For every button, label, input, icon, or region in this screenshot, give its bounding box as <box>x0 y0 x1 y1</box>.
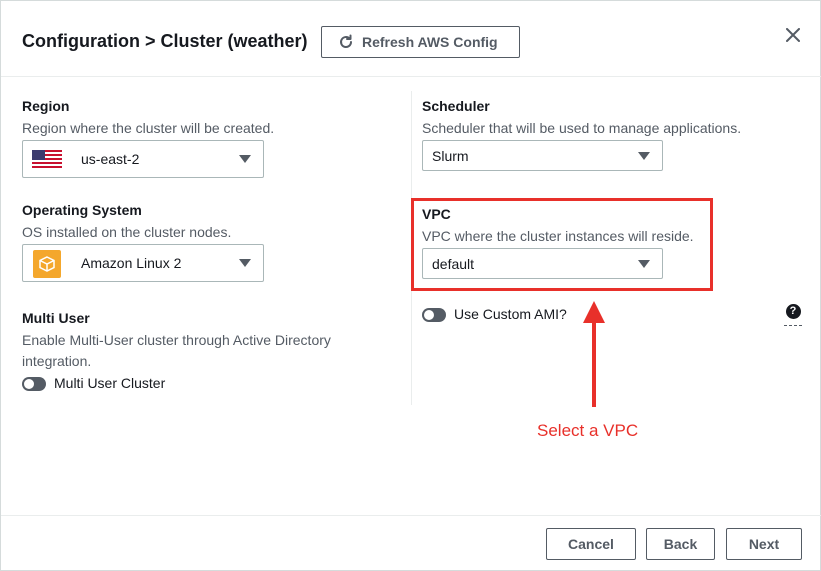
question-icon: ? <box>785 304 801 319</box>
refresh-button-label: Refresh AWS Config <box>362 34 498 50</box>
scheduler-select[interactable]: Slurm <box>422 140 663 171</box>
os-value: Amazon Linux 2 <box>81 255 182 271</box>
region-value: us-east-2 <box>81 151 140 167</box>
region-select[interactable]: us-east-2 <box>22 140 264 178</box>
toggle-knob <box>24 379 34 389</box>
modal-header: Configuration > Cluster (weather) Refres… <box>1 1 821 77</box>
os-description: OS installed on the cluster nodes. <box>22 224 232 240</box>
multi-user-description: Enable Multi-User cluster through Active… <box>22 332 331 369</box>
multi-user-label: Multi User <box>22 310 90 326</box>
help-button[interactable]: ? <box>784 304 802 326</box>
modal-footer: Cancel Back Next <box>1 515 821 571</box>
next-button[interactable]: Next <box>726 528 802 560</box>
scheduler-label: Scheduler <box>422 98 490 114</box>
chevron-down-icon <box>638 151 650 160</box>
os-label: Operating System <box>22 202 142 218</box>
aws-box-icon <box>33 250 61 278</box>
close-icon <box>786 28 800 42</box>
page-title: Configuration > Cluster (weather) <box>22 31 308 51</box>
multi-user-toggle-label: Multi User Cluster <box>54 375 166 391</box>
chevron-down-icon <box>239 259 251 267</box>
multi-user-toggle[interactable] <box>22 377 46 391</box>
refresh-aws-config-button[interactable]: Refresh AWS Config <box>321 26 520 58</box>
cancel-button[interactable]: Cancel <box>546 528 636 560</box>
chevron-down-icon <box>239 155 251 163</box>
region-label: Region <box>22 98 70 114</box>
annotation-arrow-icon <box>583 301 605 407</box>
back-button[interactable]: Back <box>646 528 715 560</box>
toggle-knob <box>424 310 434 320</box>
region-description: Region where the cluster will be created… <box>22 120 275 136</box>
us-flag-icon <box>32 150 62 170</box>
os-select[interactable]: Amazon Linux 2 <box>22 244 264 282</box>
scheduler-description: Scheduler that will be used to manage ap… <box>422 120 742 136</box>
annotation-text: Select a VPC <box>537 421 639 440</box>
scheduler-value: Slurm <box>432 147 469 164</box>
vpc-highlight-box <box>411 198 713 291</box>
custom-ami-toggle-label: Use Custom AMI? <box>454 306 567 322</box>
configuration-modal: Configuration > Cluster (weather) Refres… <box>0 0 821 571</box>
close-button[interactable] <box>783 25 803 45</box>
custom-ami-toggle[interactable] <box>422 308 446 322</box>
refresh-icon <box>340 34 353 48</box>
